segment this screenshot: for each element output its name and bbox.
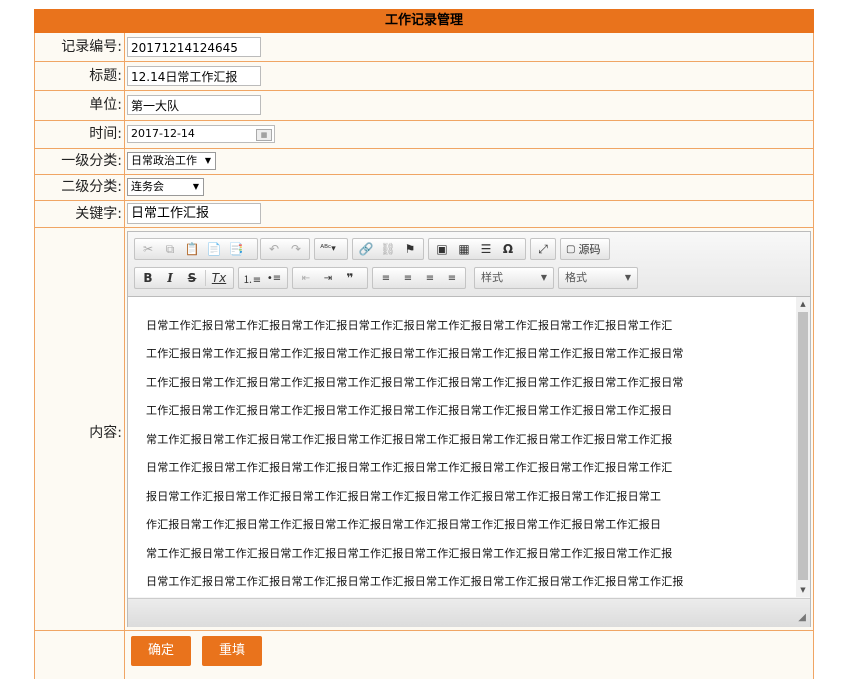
content-line: 常工作汇报日常工作汇报日常工作汇报日常工作汇报日常工作汇报日常工作汇报日常工作汇… <box>146 433 673 446</box>
chevron-down-icon: ▼ <box>540 273 547 282</box>
row-category2: 二级分类: 连务会 ▼ <box>34 175 814 201</box>
clipboard-group: ✂ ⧉ 📋 📄 📑 <box>134 238 258 260</box>
content-label: 内容: <box>89 425 122 441</box>
content-line: 作汇报日常工作汇报日常工作汇报日常工作汇报日常工作汇报日常工作汇报日常工作汇报日… <box>146 518 662 531</box>
reset-button[interactable]: 重填 <box>202 636 262 666</box>
date-input[interactable]: 2017-12-14 ▦ <box>127 125 275 143</box>
align-justify-icon[interactable]: ≡ <box>441 269 463 287</box>
category1-label: 一级分类: <box>61 153 122 169</box>
chevron-down-icon: ▼ <box>192 182 199 191</box>
content-line: 日常工作汇报日常工作汇报日常工作汇报日常工作汇报日常工作汇报日常工作汇报日常工作… <box>146 319 673 332</box>
undo-icon[interactable]: ↶ <box>263 240 285 258</box>
maximize-group: ⤢ <box>530 238 556 260</box>
link-group: 🔗 ⛓ ⚑ <box>352 238 424 260</box>
chevron-down-icon: ▼ <box>204 156 211 165</box>
scroll-down-icon[interactable]: ▼ <box>796 583 810 597</box>
special-char-icon[interactable]: Ω <box>497 240 519 258</box>
paste-word-icon[interactable]: 📑 <box>225 240 247 258</box>
calendar-icon[interactable]: ▦ <box>256 129 272 141</box>
confirm-button[interactable]: 确定 <box>131 636 191 666</box>
spellcheck-group: ᴬᴮᶜ▾ <box>314 238 348 260</box>
row-category1: 一级分类: 日常政治工作 ▼ <box>34 149 814 175</box>
format-combo-label: 格式 <box>565 271 587 284</box>
keyword-label: 关键字: <box>75 206 122 222</box>
source-button[interactable]: ▢ 源码 <box>560 238 610 260</box>
align-right-icon[interactable]: ≡ <box>419 269 441 287</box>
page-title: 工作记录管理 <box>34 9 814 33</box>
content-line: 报日常工作汇报日常工作汇报日常工作汇报日常工作汇报日常工作汇报日常工作汇报日常工… <box>146 490 662 503</box>
row-unit: 单位: 第一大队 <box>34 91 814 121</box>
time-label: 时间: <box>89 126 122 142</box>
category2-value: 连务会 <box>131 180 164 193</box>
redo-icon[interactable]: ↷ <box>285 240 307 258</box>
indent-group: ⇤ ⇥ ❞ <box>292 267 368 289</box>
content-line: 日常工作汇报日常工作汇报日常工作汇报日常工作汇报日常工作汇报日常工作汇报日常工作… <box>146 575 684 588</box>
blockquote-icon[interactable]: ❞ <box>339 269 361 287</box>
align-group: ≡ ≡ ≡ ≡ <box>372 267 466 289</box>
subject-label: 标题: <box>89 68 122 84</box>
row-keyword: 关键字: 日常工作汇报 <box>34 201 814 228</box>
copy-icon[interactable]: ⧉ <box>159 240 181 258</box>
outdent-icon[interactable]: ⇤ <box>295 269 317 287</box>
date-value: 2017-12-14 <box>131 127 195 140</box>
anchor-flag-icon[interactable]: ⚑ <box>399 240 421 258</box>
unlink-icon[interactable]: ⛓ <box>377 240 399 258</box>
strikethrough-icon[interactable]: S <box>181 269 203 287</box>
chevron-down-icon: ▼ <box>624 273 631 282</box>
category2-select[interactable]: 连务会 ▼ <box>127 178 204 196</box>
align-left-icon[interactable]: ≡ <box>375 269 397 287</box>
editor-toolbar: ✂ ⧉ 📋 📄 📑 ↶ ↷ ᴬᴮᶜ▾ 🔗 ⛓ ⚑ ▣ ▦ ☰ Ω ⤢ ▢ 源码 … <box>128 232 810 297</box>
unit-input[interactable]: 第一大队 <box>127 95 261 115</box>
editor-content[interactable]: 日常工作汇报日常工作汇报日常工作汇报日常工作汇报日常工作汇报日常工作汇报日常工作… <box>128 297 796 597</box>
scrollbar-thumb[interactable] <box>798 312 808 580</box>
indent-icon[interactable]: ⇥ <box>317 269 339 287</box>
resize-handle-icon[interactable]: ◢ <box>798 612 806 623</box>
list-group: ⒈≡ •≡ <box>238 267 288 289</box>
category1-select[interactable]: 日常政治工作 ▼ <box>127 152 216 170</box>
content-line: 日常工作汇报日常工作汇报日常工作汇报日常工作汇报日常工作汇报日常工作汇报日常工作… <box>146 461 673 474</box>
style-combo-label: 样式 <box>481 271 503 284</box>
table-icon[interactable]: ▦ <box>453 240 475 258</box>
editor-scrollbar[interactable]: ▲ ▼ <box>796 297 810 597</box>
undo-group: ↶ ↷ <box>260 238 310 260</box>
category1-value: 日常政治工作 <box>131 154 197 167</box>
record-no-input[interactable]: 20171214124645 <box>127 37 261 57</box>
content-line: 常工作汇报日常工作汇报日常工作汇报日常工作汇报日常工作汇报日常工作汇报日常工作汇… <box>146 547 673 560</box>
paste-icon[interactable]: 📋 <box>181 240 203 258</box>
link-icon[interactable]: 🔗 <box>355 240 377 258</box>
unit-label: 单位: <box>89 97 122 113</box>
format-combo[interactable]: 格式 ▼ <box>558 267 638 289</box>
maximize-icon[interactable]: ⤢ <box>533 240 553 258</box>
numbered-list-icon[interactable]: ⒈≡ <box>241 269 263 287</box>
source-label: 源码 <box>578 243 601 256</box>
content-line: 工作汇报日常工作汇报日常工作汇报日常工作汇报日常工作汇报日常工作汇报日常工作汇报… <box>146 347 684 360</box>
align-center-icon[interactable]: ≡ <box>397 269 419 287</box>
style-combo[interactable]: 样式 ▼ <box>474 267 554 289</box>
category2-label: 二级分类: <box>61 179 122 195</box>
row-record-no: 记录编号: 20171214124645 <box>34 33 814 62</box>
image-icon[interactable]: ▣ <box>431 240 453 258</box>
keyword-input[interactable]: 日常工作汇报 <box>127 203 261 224</box>
editor-statusbar: ◢ <box>128 598 810 627</box>
source-icon: ▢ <box>566 243 576 255</box>
remove-format-icon[interactable]: Tx <box>208 269 230 287</box>
record-no-label: 记录编号: <box>61 39 122 55</box>
content-line: 工作汇报日常工作汇报日常工作汇报日常工作汇报日常工作汇报日常工作汇报日常工作汇报… <box>146 376 684 389</box>
scroll-up-icon[interactable]: ▲ <box>796 297 810 311</box>
basic-style-group: B I S Tx <box>134 267 234 289</box>
subject-input[interactable]: 12.14日常工作汇报 <box>127 66 261 86</box>
row-time: 时间: 2017-12-14 ▦ <box>34 121 814 149</box>
bullet-list-icon[interactable]: •≡ <box>263 269 285 287</box>
spellcheck-icon[interactable]: ᴬᴮᶜ▾ <box>317 240 339 258</box>
paste-text-icon[interactable]: 📄 <box>203 240 225 258</box>
content-line: 工作汇报日常工作汇报日常工作汇报日常工作汇报日常工作汇报日常工作汇报日常工作汇报… <box>146 404 673 417</box>
rich-text-editor: ✂ ⧉ 📋 📄 📑 ↶ ↷ ᴬᴮᶜ▾ 🔗 ⛓ ⚑ ▣ ▦ ☰ Ω ⤢ ▢ 源码 … <box>127 231 811 627</box>
bold-icon[interactable]: B <box>137 269 159 287</box>
form-panel: 工作记录管理 记录编号: 20171214124645 标题: 12.14日常工… <box>34 9 814 679</box>
insert-group: ▣ ▦ ☰ Ω <box>428 238 526 260</box>
italic-icon[interactable]: I <box>159 269 181 287</box>
cut-icon[interactable]: ✂ <box>137 240 159 258</box>
row-subject: 标题: 12.14日常工作汇报 <box>34 62 814 91</box>
horizontal-line-icon[interactable]: ☰ <box>475 240 497 258</box>
